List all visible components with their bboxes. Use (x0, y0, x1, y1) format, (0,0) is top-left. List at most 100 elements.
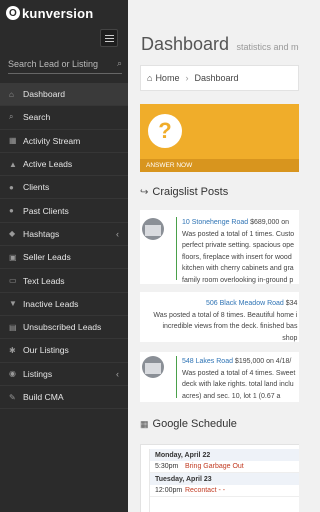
event-title[interactable]: Recontact - - (185, 487, 225, 494)
sidebar-item-label: Activity Stream (23, 135, 81, 146)
post-text-line: Was posted a total of 4 times. Sweet (182, 369, 296, 377)
logo-mark: O (6, 6, 20, 20)
post-text-line: family room overlooking in-ground p (182, 276, 294, 284)
post-text-line: deck with lake rights. total land inclu (182, 381, 294, 389)
chevron-right-icon: › (185, 73, 189, 83)
thumbs-up-icon: ▲ (9, 159, 17, 169)
question-icon: ? (148, 114, 182, 148)
event-time: 5:30pm (155, 463, 179, 470)
sidebar-item-label: Our Listings (23, 345, 69, 356)
sidebar-item-search[interactable]: ⌕ Search (0, 106, 128, 130)
schedule-day: Tuesday, April 23 (150, 473, 299, 485)
home-icon[interactable]: ⌂ (147, 73, 152, 83)
post-body: 506 Black Meadow Road $34 Was posted a to… (150, 298, 297, 342)
hamburger-icon (104, 34, 114, 36)
post-text-line: perfect private setting. spacious ope (182, 242, 295, 250)
sidebar-item-listings[interactable]: ◉ Listings ‹ (0, 363, 128, 386)
search-input[interactable] (8, 58, 108, 69)
schedule-list: Monday, April 22 5:30pm Bring Garbage Out T… (149, 449, 299, 512)
chevron-left-icon: ‹ (116, 228, 119, 239)
post-text-line: Was posted a total of 8 times. Beautiful… (153, 311, 298, 319)
thumbs-down-icon: ▼ (9, 299, 17, 309)
listing-price: $195,000 on 4/18/ (232, 358, 292, 365)
page-header: Dashboard statistics and more (128, 0, 299, 55)
activity-icon: ▦ (9, 136, 17, 146)
event-title[interactable]: Bring Garbage Out (185, 463, 244, 470)
schedule-event[interactable]: 12:00pm Recontact - - (150, 485, 299, 497)
sidebar-item-label: Build CMA (23, 392, 64, 402)
post-text-line: floors, fireplace with insert for wood (182, 253, 292, 261)
schedule-event[interactable]: 5:30pm Bring Garbage Out (150, 461, 299, 473)
sidebar-item-seller-leads[interactable]: ▣ Seller Leads (0, 246, 128, 270)
text-icon: ▭ (9, 276, 17, 286)
craigslist-heading: ↪ Craigslist Posts (140, 186, 299, 198)
page-title: Dashboard (141, 34, 230, 54)
sidebar-item-active-leads[interactable]: ▲ Active Leads (0, 153, 128, 177)
user-icon: ● (9, 182, 14, 192)
listing-link[interactable]: 548 Lakes Road (182, 358, 233, 365)
post-text-line: kitchen with cherry cabinets and gra (182, 265, 294, 273)
schedule-heading: ▦ Google Schedule (140, 418, 299, 430)
calendar-icon: ▦ (140, 418, 149, 429)
breadcrumb-current: Dashboard (194, 73, 239, 83)
users-icon: ● (9, 206, 14, 216)
answer-now-link[interactable]: ANSWER NOW (140, 159, 299, 172)
wrench-icon: ✎ (9, 392, 16, 402)
sidebar-item-hashtags[interactable]: ◆ Hashtags ‹ (0, 223, 128, 247)
tag-icon: ◆ (9, 229, 16, 239)
breadcrumb: ⌂ Home › Dashboard (140, 65, 299, 91)
sidebar-item-build-cma[interactable]: ✎ Build CMA (0, 386, 128, 410)
listing-thumbnail[interactable] (142, 218, 164, 240)
sidebar: O kunversion ⌕ ⌂ Dashboard ⌕ Search ▦ Activit… (0, 0, 128, 512)
sidebar-item-clients[interactable]: ● Clients (0, 176, 128, 200)
listing-thumbnail[interactable] (142, 356, 164, 378)
sidebar-item-label: Active Leads (23, 159, 73, 170)
post-divider (176, 217, 177, 280)
schedule-heading-text: Google Schedule (152, 418, 237, 430)
listing-link[interactable]: 506 Black Meadow Road (206, 300, 284, 307)
listing-link[interactable]: 10 Stonehenge Road (182, 219, 248, 226)
main-content: Dashboard statistics and more ⌂ Home › D… (128, 0, 299, 512)
sidebar-item-label: Hashtags (23, 228, 60, 239)
question-tile[interactable]: ? ANSWER NOW (140, 104, 299, 172)
sidebar-item-label: Search (23, 112, 51, 123)
chevron-left-icon: ‹ (116, 368, 119, 379)
post-body: 548 Lakes Road $195,000 on 4/18/Was post… (182, 356, 295, 402)
trash-icon: ▤ (9, 322, 17, 332)
sidebar-item-our-listings[interactable]: ✱ Our Listings (0, 339, 128, 363)
sidebar-search: ⌕ (8, 54, 122, 74)
map-pin-icon: ◉ (9, 369, 16, 379)
sidebar-item-label: Clients (23, 182, 50, 193)
post-divider (176, 356, 177, 398)
sidebar-item-dashboard[interactable]: ⌂ Dashboard (0, 83, 128, 107)
sidebar-item-label: Inactive Leads (23, 298, 79, 309)
gear-icon: ✱ (9, 345, 16, 355)
schedule-day: Monday, April 22 (150, 449, 299, 461)
craigslist-post: 10 Stonehenge Road $689,000 on Was posted… (140, 210, 299, 284)
post-text-line: acres) and sec. 10, lot 1 (0.67 a (182, 392, 281, 400)
share-icon: ↪ (140, 186, 149, 198)
seller-icon: ▣ (9, 252, 17, 262)
listing-price: $34 (283, 300, 298, 307)
search-icon[interactable]: ⌕ (117, 58, 122, 69)
craigslist-heading-text: Craigslist Posts (152, 186, 229, 198)
sidebar-item-text-leads[interactable]: ▭ Text Leads (0, 269, 128, 293)
sidebar-item-label: Past Clients (23, 205, 69, 216)
sidebar-item-activity-stream[interactable]: ▦ Activity Stream (0, 130, 128, 153)
sidebar-item-label: Text Leads (23, 275, 65, 286)
sidebar-item-unsubscribed-leads[interactable]: ▤ Unsubscribed Leads (0, 316, 128, 340)
breadcrumb-home[interactable]: Home (155, 73, 179, 83)
sidebar-item-past-clients[interactable]: ● Past Clients (0, 199, 128, 223)
sidebar-item-label: Unsubscribed Leads (23, 322, 102, 333)
sidebar-item-label: Listings (23, 368, 53, 379)
app-logo[interactable]: O kunversion (0, 0, 128, 26)
post-body: 10 Stonehenge Road $689,000 on Was posted… (182, 217, 294, 284)
craigslist-post: 506 Black Meadow Road $34 Was posted a to… (140, 292, 299, 342)
post-text-line: shop (282, 334, 298, 342)
sidebar-item-label: Dashboard (23, 89, 66, 100)
menu-toggle-button[interactable] (100, 29, 118, 47)
sidebar-item-inactive-leads[interactable]: ▼ Inactive Leads (0, 293, 128, 316)
search-icon: ⌕ (9, 112, 14, 122)
schedule-panel: Monday, April 22 5:30pm Bring Garbage Out T… (140, 444, 299, 512)
event-time: 12:00pm (155, 487, 183, 494)
